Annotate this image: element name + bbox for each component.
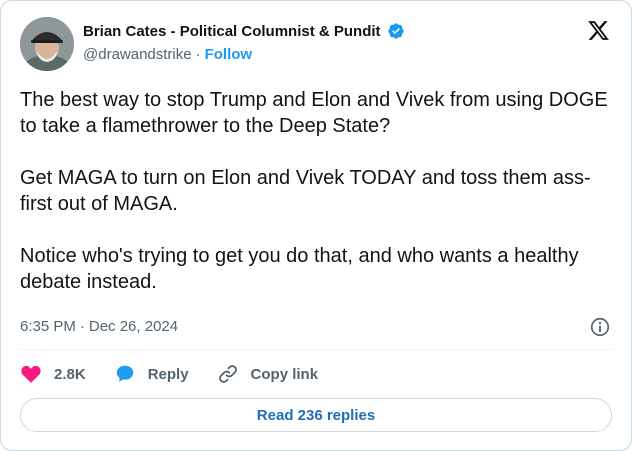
tweet-paragraph: Notice who's trying to get you do that, … <box>20 245 579 293</box>
tweet-time: 6:35 PM <box>20 318 76 335</box>
tweet-paragraph: The best way to stop Trump and Elon and … <box>20 89 608 137</box>
tweet-card: Brian Cates - Political Columnist & Pund… <box>0 0 632 451</box>
avatar[interactable] <box>20 17 74 71</box>
like-button[interactable]: 2.8K <box>20 363 86 385</box>
author-display-name[interactable]: Brian Cates - Political Columnist & Pund… <box>83 23 381 40</box>
divider <box>20 349 612 350</box>
tweet-date: Dec 26, 2024 <box>88 318 179 335</box>
reply-bubble-icon <box>116 365 133 382</box>
copy-link-button[interactable]: Copy link <box>217 363 319 385</box>
follow-button[interactable]: Follow <box>205 46 253 63</box>
tweet-paragraph: Get MAGA to turn on Elon and Vivek TODAY… <box>20 167 591 215</box>
timestamp-separator: · <box>79 318 85 335</box>
read-replies-button[interactable]: Read 236 replies <box>20 398 612 432</box>
author-block: Brian Cates - Political Columnist & Pund… <box>83 20 405 63</box>
handle-separator: · <box>195 46 201 63</box>
info-icon[interactable] <box>589 316 611 338</box>
tweet-timestamp[interactable]: 6:35 PM · Dec 26, 2024 <box>20 318 178 335</box>
heart-icon <box>21 365 41 383</box>
author-handle[interactable]: @drawandstrike <box>83 46 192 63</box>
action-bar: 2.8K Reply Copy link <box>20 362 346 386</box>
copy-link-label: Copy link <box>250 365 319 383</box>
name-row: Brian Cates - Political Columnist & Pund… <box>83 20 405 42</box>
x-logo-icon[interactable] <box>586 19 611 42</box>
link-icon <box>218 365 237 383</box>
like-count: 2.8K <box>54 365 86 383</box>
verified-badge-icon <box>387 22 405 40</box>
tweet-text: The best way to stop Trump and Elon and … <box>20 87 610 321</box>
handle-row: @drawandstrike · Follow <box>83 46 405 63</box>
reply-label: Reply <box>147 365 189 383</box>
reply-button[interactable]: Reply <box>114 363 189 385</box>
